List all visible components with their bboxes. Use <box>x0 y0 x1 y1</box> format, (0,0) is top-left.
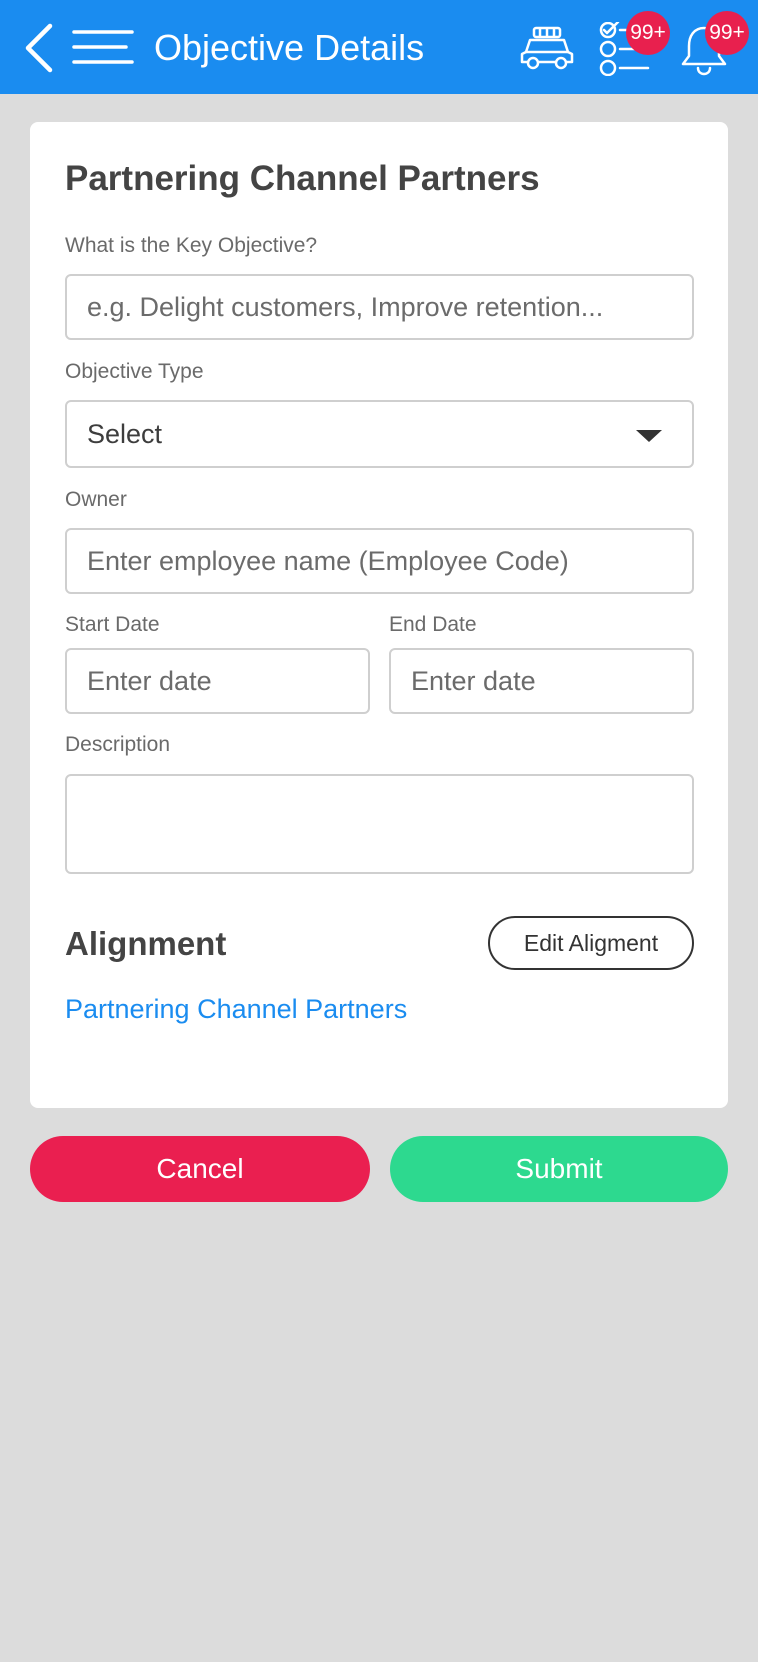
end-date-input[interactable] <box>389 648 694 714</box>
key-objective-input[interactable] <box>65 274 694 340</box>
description-textarea[interactable] <box>65 774 694 874</box>
tasks-badge: 99+ <box>626 11 670 55</box>
cancel-button[interactable]: Cancel <box>30 1136 370 1202</box>
owner-input[interactable] <box>65 528 694 594</box>
alignment-link[interactable]: Partnering Channel Partners <box>65 992 407 1026</box>
chevron-down-icon <box>636 430 662 442</box>
objective-type-label: Objective Type <box>65 360 204 383</box>
edit-alignment-button[interactable]: Edit Aligment <box>488 916 694 970</box>
objective-title: Partnering Channel Partners <box>65 159 540 198</box>
alignment-heading: Alignment <box>65 925 227 962</box>
back-icon[interactable] <box>20 22 58 74</box>
end-date-label: End Date <box>389 613 477 636</box>
key-objective-label: What is the Key Objective? <box>65 234 318 257</box>
notifications-badge: 99+ <box>705 11 749 55</box>
submit-button[interactable]: Submit <box>390 1136 728 1202</box>
objective-form-card: Partnering Channel Partners What is the … <box>30 122 728 1108</box>
app-bar: Objective Details 99+ 99+ <box>0 0 758 94</box>
description-label: Description <box>65 733 171 756</box>
page-title: Objective Details <box>154 27 425 68</box>
start-date-label: Start Date <box>65 613 160 636</box>
car-icon[interactable] <box>518 24 576 72</box>
objective-type-value: Select <box>87 418 163 449</box>
start-date-input[interactable] <box>65 648 370 714</box>
owner-label: Owner <box>65 488 127 511</box>
objective-type-select[interactable]: Select <box>65 400 694 468</box>
menu-icon[interactable] <box>72 28 134 66</box>
